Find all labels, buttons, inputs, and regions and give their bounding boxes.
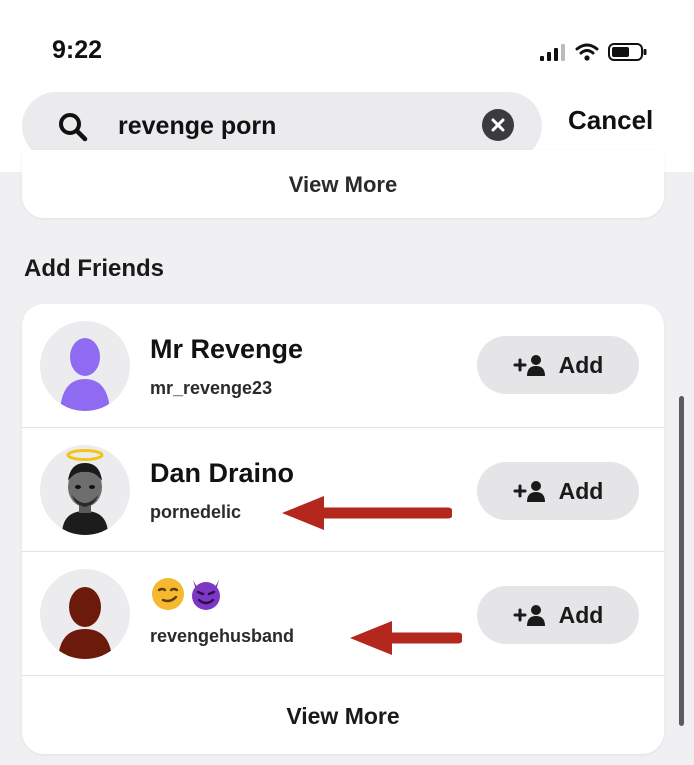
status-icons [540, 40, 648, 64]
add-friend-button[interactable]: Add [477, 336, 639, 394]
bitmoji-halo-avatar[interactable] [40, 445, 130, 535]
signal-icon [540, 44, 565, 61]
cancel-button[interactable]: Cancel [568, 105, 653, 136]
view-more-button[interactable]: View More [22, 678, 664, 754]
purple-silhouette-avatar[interactable] [40, 321, 130, 411]
annotation-arrow [282, 496, 452, 530]
section-title: Add Friends [24, 255, 165, 282]
battery-icon [608, 43, 647, 61]
friend-username: mr_revenge23 [150, 378, 273, 398]
clear-search-button[interactable] [482, 109, 514, 141]
friend-row[interactable]: Dan Draino pornedelic Add [22, 428, 664, 552]
friend-display-name: 😏😈 [150, 576, 224, 616]
add-label: Add [558, 601, 604, 628]
dark-red-silhouette-avatar[interactable] [40, 569, 130, 659]
friend-username: revengehusband [150, 626, 295, 646]
smirk-emoji-icon [152, 578, 184, 610]
status-bar: 9:22 [0, 0, 694, 92]
add-label: Add [558, 351, 604, 378]
friend-row[interactable]: Mr Revenge mr_revenge23 Add [22, 304, 664, 428]
add-label: Add [558, 477, 604, 504]
add-friend-button[interactable]: Add [477, 586, 639, 644]
add-friend-icon [513, 355, 545, 376]
search-icon [59, 113, 88, 142]
scrollbar[interactable] [679, 396, 684, 726]
friend-username: pornedelic [150, 502, 242, 522]
add-friend-icon [513, 605, 545, 626]
add-friend-icon [513, 481, 545, 502]
view-more-button[interactable]: View More [22, 172, 664, 198]
devil-emoji-icon [192, 580, 220, 610]
friend-display-name: Dan Draino [150, 458, 295, 488]
annotation-arrow [350, 621, 462, 655]
add-friend-button[interactable]: Add [477, 462, 639, 520]
friend-row[interactable]: 😏😈 revengehusband Add [22, 552, 664, 676]
status-time: 9:22 [52, 36, 103, 64]
search-input[interactable] [118, 109, 488, 143]
friend-display-name: Mr Revenge [150, 334, 304, 364]
wifi-icon [575, 43, 599, 61]
previous-results-card: View More [22, 150, 664, 218]
clear-icon [491, 118, 505, 132]
